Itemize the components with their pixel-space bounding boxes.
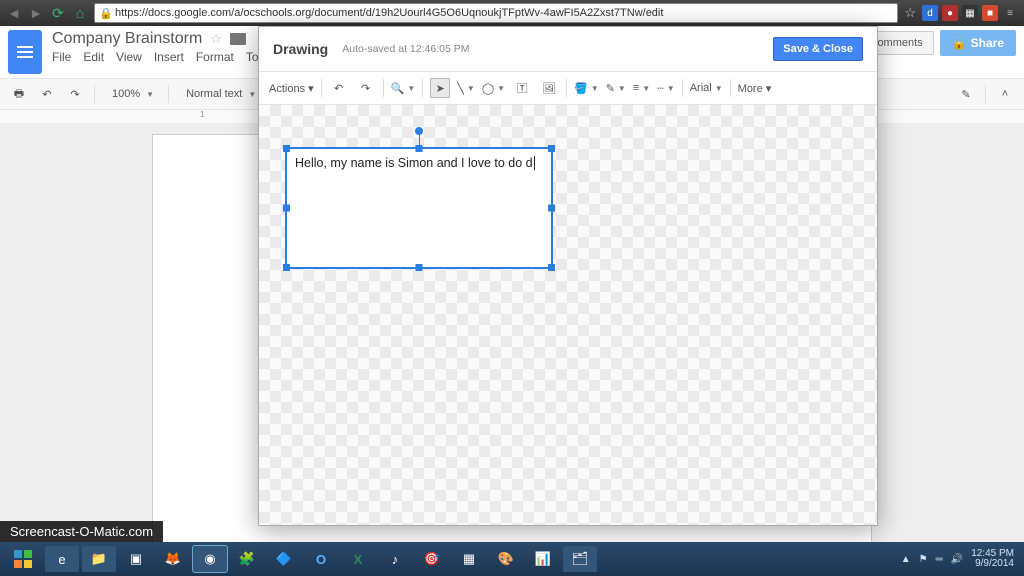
- textbox-tool-icon[interactable]: 🅃: [512, 78, 532, 98]
- forward-icon: ►: [28, 5, 44, 21]
- resize-handle-bl[interactable]: [283, 264, 290, 271]
- task-app4-icon[interactable]: 🎨: [489, 546, 523, 572]
- task-itunes-icon[interactable]: ♪: [378, 546, 412, 572]
- resize-handle-mr[interactable]: [548, 205, 555, 212]
- shape-tool[interactable]: ◯▼: [482, 82, 505, 95]
- docs-app: Company Brainstorm ☆ File Edit View Inse…: [0, 26, 1024, 542]
- selected-textbox[interactable]: Hello, my name is Simon and I love to do…: [287, 149, 551, 267]
- tray-net-icon[interactable]: ═: [936, 554, 943, 565]
- url-text: https://docs.google.com/a/ocschools.org/…: [115, 7, 663, 19]
- actions-menu[interactable]: Actions ▾: [269, 82, 314, 95]
- ext-grid-icon[interactable]: ▦: [962, 5, 978, 21]
- windows-taskbar: e 📁 ▣ 🦊 ◉ 🧩 🔷 O X ♪ 🎯 ▦ 🎨 📊 🗂 ▲ ⚑ ═ 🔊 12…: [0, 542, 1024, 576]
- start-button[interactable]: [4, 546, 42, 572]
- task-chrome-icon[interactable]: ◉: [193, 546, 227, 572]
- resize-handle-tm[interactable]: [416, 145, 423, 152]
- ext-d-icon[interactable]: d: [922, 5, 938, 21]
- text-cursor-icon: [534, 156, 535, 170]
- system-tray[interactable]: ▲ ⚑ ═ 🔊 12:45 PM 9/9/2014: [901, 549, 1020, 570]
- drawing-toolbar: Actions ▾ ↶ ↷ 🔍▼ ➤ ╲▼ ◯▼ 🅃 🖼 🪣▼ ✎▼ ≡▼ ┄▼…: [259, 71, 877, 105]
- line-tool[interactable]: ╲▼: [457, 82, 475, 95]
- task-outlook-icon[interactable]: O: [304, 546, 338, 572]
- resize-handle-bm[interactable]: [416, 264, 423, 271]
- lock-icon: 🔒: [99, 7, 111, 19]
- back-icon[interactable]: ◄: [6, 5, 22, 21]
- chrome-menu-icon[interactable]: ≡: [1002, 5, 1018, 21]
- autosave-status: Auto-saved at 12:46:05 PM: [342, 43, 469, 55]
- line-color[interactable]: ✎▼: [606, 82, 626, 95]
- undo-icon[interactable]: ↶: [329, 78, 349, 98]
- font-select[interactable]: Arial ▼: [690, 82, 723, 94]
- more-menu[interactable]: More ▾: [738, 82, 772, 95]
- fill-color[interactable]: 🪣▼: [574, 82, 599, 95]
- drawing-canvas[interactable]: Hello, my name is Simon and I love to do…: [259, 105, 877, 525]
- line-weight[interactable]: ≡▼: [633, 82, 650, 94]
- resize-handle-tr[interactable]: [548, 145, 555, 152]
- task-app-icon[interactable]: 🧩: [230, 546, 264, 572]
- task-app3-icon[interactable]: 🎯: [415, 546, 449, 572]
- tray-flag-icon[interactable]: ⚑: [919, 554, 928, 565]
- save-close-button[interactable]: Save & Close: [773, 37, 863, 61]
- image-tool-icon[interactable]: 🖼: [539, 78, 559, 98]
- task-app5-icon[interactable]: 📊: [526, 546, 560, 572]
- task-generic-icon[interactable]: ▣: [119, 546, 153, 572]
- tray-vol-icon[interactable]: 🔊: [951, 554, 963, 565]
- ext-orange-icon[interactable]: ■: [982, 5, 998, 21]
- task-folder2-icon[interactable]: 🗂: [563, 546, 597, 572]
- watermark: Screencast-O-Matic.com: [0, 521, 163, 542]
- tray-up-icon[interactable]: ▲: [901, 554, 911, 565]
- home-icon[interactable]: ⌂: [72, 5, 88, 21]
- task-firefox-icon[interactable]: 🦊: [156, 546, 190, 572]
- bookmark-star-icon[interactable]: ☆: [904, 5, 916, 21]
- dialog-layer: Drawing Auto-saved at 12:46:05 PM Save &…: [0, 26, 1024, 542]
- task-ie-icon[interactable]: e: [45, 546, 79, 572]
- resize-handle-br[interactable]: [548, 264, 555, 271]
- resize-handle-ml[interactable]: [283, 205, 290, 212]
- textbox-content[interactable]: Hello, my name is Simon and I love to do…: [287, 149, 551, 178]
- redo-icon[interactable]: ↷: [356, 78, 376, 98]
- browser-toolbar: ◄ ► ⟳ ⌂ 🔒 https://docs.google.com/a/ocsc…: [0, 0, 1024, 26]
- task-explorer-icon[interactable]: 📁: [82, 546, 116, 572]
- task-app2-icon[interactable]: 🔷: [267, 546, 301, 572]
- ext-abp-icon[interactable]: ●: [942, 5, 958, 21]
- resize-handle-tl[interactable]: [283, 145, 290, 152]
- zoom-tool[interactable]: 🔍▼: [391, 82, 416, 95]
- extension-icons: d ● ▦ ■ ≡: [922, 5, 1018, 21]
- url-bar[interactable]: 🔒 https://docs.google.com/a/ocschools.or…: [94, 3, 898, 23]
- clock[interactable]: 12:45 PM 9/9/2014: [971, 549, 1014, 570]
- task-excel-icon[interactable]: X: [341, 546, 375, 572]
- drawing-dialog: Drawing Auto-saved at 12:46:05 PM Save &…: [258, 26, 878, 526]
- dialog-title: Drawing: [273, 41, 328, 57]
- dialog-header: Drawing Auto-saved at 12:46:05 PM Save &…: [259, 27, 877, 71]
- rotate-handle[interactable]: [415, 127, 423, 135]
- reload-icon[interactable]: ⟳: [50, 5, 66, 21]
- task-grid-icon[interactable]: ▦: [452, 546, 486, 572]
- line-dash[interactable]: ┄▼: [657, 82, 675, 95]
- select-tool-icon[interactable]: ➤: [430, 78, 450, 98]
